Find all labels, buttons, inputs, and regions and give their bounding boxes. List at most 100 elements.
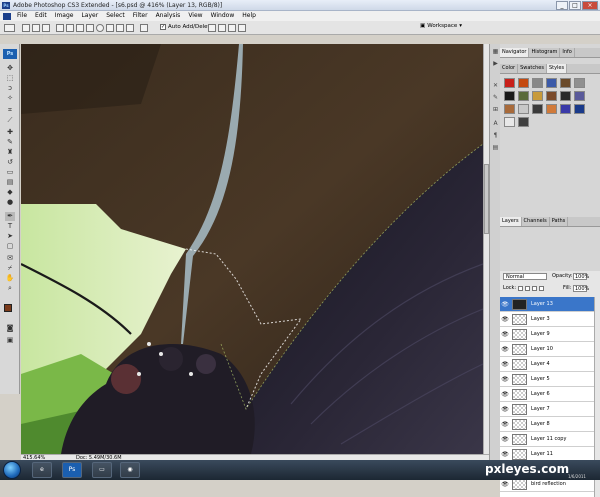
tab-info[interactable]: Info	[560, 48, 575, 57]
style-swatch[interactable]	[518, 78, 529, 88]
eye-icon[interactable]: 👁	[501, 481, 509, 488]
custom-shape-option-icon[interactable]	[126, 24, 134, 32]
menu-view[interactable]: View	[184, 11, 206, 21]
add-path-area-icon[interactable]	[208, 24, 216, 32]
layer-comps-panel-icon[interactable]: ▤	[491, 144, 500, 152]
hand-tool-icon[interactable]: ✋	[5, 274, 15, 283]
shape-layers-button[interactable]	[22, 24, 30, 32]
pen-tool-icon[interactable]: ✒	[5, 212, 15, 221]
menu-window[interactable]: Window	[207, 11, 239, 21]
photoshop-taskbar-icon[interactable]: Ps	[62, 462, 82, 478]
slice-tool-icon[interactable]: ⟋	[5, 116, 15, 125]
tab-styles[interactable]: Styles	[546, 64, 568, 73]
shape-tool-icon[interactable]: ▢	[5, 242, 15, 251]
blur-tool-icon[interactable]: ◆	[5, 188, 15, 197]
style-swatch[interactable]	[560, 104, 571, 114]
eye-icon[interactable]: 👁	[501, 391, 509, 398]
zoom-tool-icon[interactable]: ⌕	[5, 284, 15, 293]
menu-analysis[interactable]: Analysis	[152, 11, 185, 21]
menu-help[interactable]: Help	[238, 11, 260, 21]
eye-icon[interactable]: 👁	[501, 346, 509, 353]
eye-icon[interactable]: 👁	[501, 376, 509, 383]
brushes-panel-icon[interactable]: ✎	[491, 94, 500, 102]
tab-paths[interactable]: Paths	[550, 217, 569, 226]
rounded-rectangle-option-icon[interactable]	[86, 24, 94, 32]
style-swatch[interactable]	[532, 78, 543, 88]
eye-icon[interactable]: 👁	[501, 436, 509, 443]
lock-all-icon[interactable]	[539, 286, 545, 291]
exclude-path-area-icon[interactable]	[238, 24, 246, 32]
history-panel-icon[interactable]: ▦	[491, 48, 500, 56]
style-swatch[interactable]	[574, 78, 585, 88]
blend-mode-select[interactable]: Normal	[503, 273, 547, 280]
subtract-path-area-icon[interactable]	[218, 24, 226, 32]
character-panel-icon[interactable]: A	[491, 120, 500, 128]
style-swatch[interactable]	[518, 117, 529, 127]
style-swatch[interactable]	[546, 78, 557, 88]
actions-panel-icon[interactable]: ▶	[491, 60, 500, 68]
path-selection-tool-icon[interactable]: ➤	[5, 232, 15, 241]
pen-tool-option-icon[interactable]	[56, 24, 64, 32]
menu-image[interactable]: Image	[51, 11, 78, 21]
eraser-tool-icon[interactable]: ▭	[5, 168, 15, 177]
tab-color[interactable]: Color	[500, 64, 519, 73]
style-swatch[interactable]	[560, 91, 571, 101]
layer-row[interactable]: 👁 Layer 8	[500, 417, 594, 432]
layer-row[interactable]: 👁 Layer 6	[500, 387, 594, 402]
ellipse-option-icon[interactable]	[96, 24, 104, 32]
menu-filter[interactable]: Filter	[129, 11, 152, 21]
layer-row[interactable]: 👁 Layer 3	[500, 312, 594, 327]
explorer-taskbar-icon[interactable]: ▭	[92, 462, 112, 478]
paths-button[interactable]	[32, 24, 40, 32]
maximize-button[interactable]: □	[569, 1, 581, 10]
style-swatch[interactable]	[532, 104, 543, 114]
move-tool-icon[interactable]: ✥	[5, 64, 15, 73]
history-brush-tool-icon[interactable]: ↺	[5, 158, 15, 167]
document-menu-icon[interactable]	[3, 12, 11, 20]
menu-layer[interactable]: Layer	[77, 11, 102, 21]
layer-row[interactable]: 👁 Layer 4	[500, 357, 594, 372]
quick-mask-icon[interactable]: ◙	[5, 324, 15, 333]
tab-swatches[interactable]: Swatches	[518, 64, 547, 73]
lasso-tool-icon[interactable]: ↄ	[5, 84, 15, 93]
style-swatch[interactable]	[574, 91, 585, 101]
style-swatch[interactable]	[504, 78, 515, 88]
style-swatch[interactable]	[532, 91, 543, 101]
gradient-tool-icon[interactable]: ▤	[5, 178, 15, 187]
opacity-input[interactable]: 100%	[573, 273, 589, 280]
layer-row[interactable]: 👁 Layer 7	[500, 402, 594, 417]
style-swatch[interactable]	[546, 104, 557, 114]
crop-tool-icon[interactable]: ⌗	[5, 106, 15, 115]
minimize-button[interactable]: _	[556, 1, 568, 10]
lock-transparent-icon[interactable]	[518, 286, 524, 291]
menu-select[interactable]: Select	[102, 11, 129, 21]
lock-image-icon[interactable]	[525, 286, 531, 291]
ie-taskbar-icon[interactable]: e	[32, 462, 52, 478]
layer-row[interactable]: 👁 Layer 10	[500, 342, 594, 357]
dodge-tool-icon[interactable]: ●	[5, 198, 15, 207]
style-swatch[interactable]	[546, 91, 557, 101]
magic-wand-tool-icon[interactable]: ✧	[5, 94, 15, 103]
brush-tool-icon[interactable]: ✎	[5, 138, 15, 147]
intersect-path-area-icon[interactable]	[228, 24, 236, 32]
tab-navigator[interactable]: Navigator	[500, 48, 530, 57]
chrome-taskbar-icon[interactable]: ◉	[120, 462, 140, 478]
tab-channels[interactable]: Channels	[522, 217, 550, 226]
healing-brush-tool-icon[interactable]: ✚	[5, 128, 15, 137]
eye-icon[interactable]: 👁	[501, 361, 509, 368]
line-option-icon[interactable]	[116, 24, 124, 32]
eye-icon[interactable]: 👁	[501, 316, 509, 323]
geometry-options-icon[interactable]	[140, 24, 148, 32]
menu-edit[interactable]: Edit	[31, 11, 51, 21]
clone-source-panel-icon[interactable]: ⊞	[491, 106, 500, 114]
style-swatch[interactable]	[518, 91, 529, 101]
menu-file[interactable]: File	[13, 11, 31, 21]
marquee-tool-icon[interactable]: ⬚	[5, 74, 15, 83]
clone-stamp-tool-icon[interactable]: ♜	[5, 148, 15, 157]
type-tool-icon[interactable]: T	[5, 222, 15, 231]
close-button[interactable]: ×	[582, 1, 598, 10]
style-swatch[interactable]	[560, 78, 571, 88]
tab-histogram[interactable]: Histogram	[529, 48, 561, 57]
style-swatch[interactable]	[518, 104, 529, 114]
notes-tool-icon[interactable]: ✉	[5, 254, 15, 263]
